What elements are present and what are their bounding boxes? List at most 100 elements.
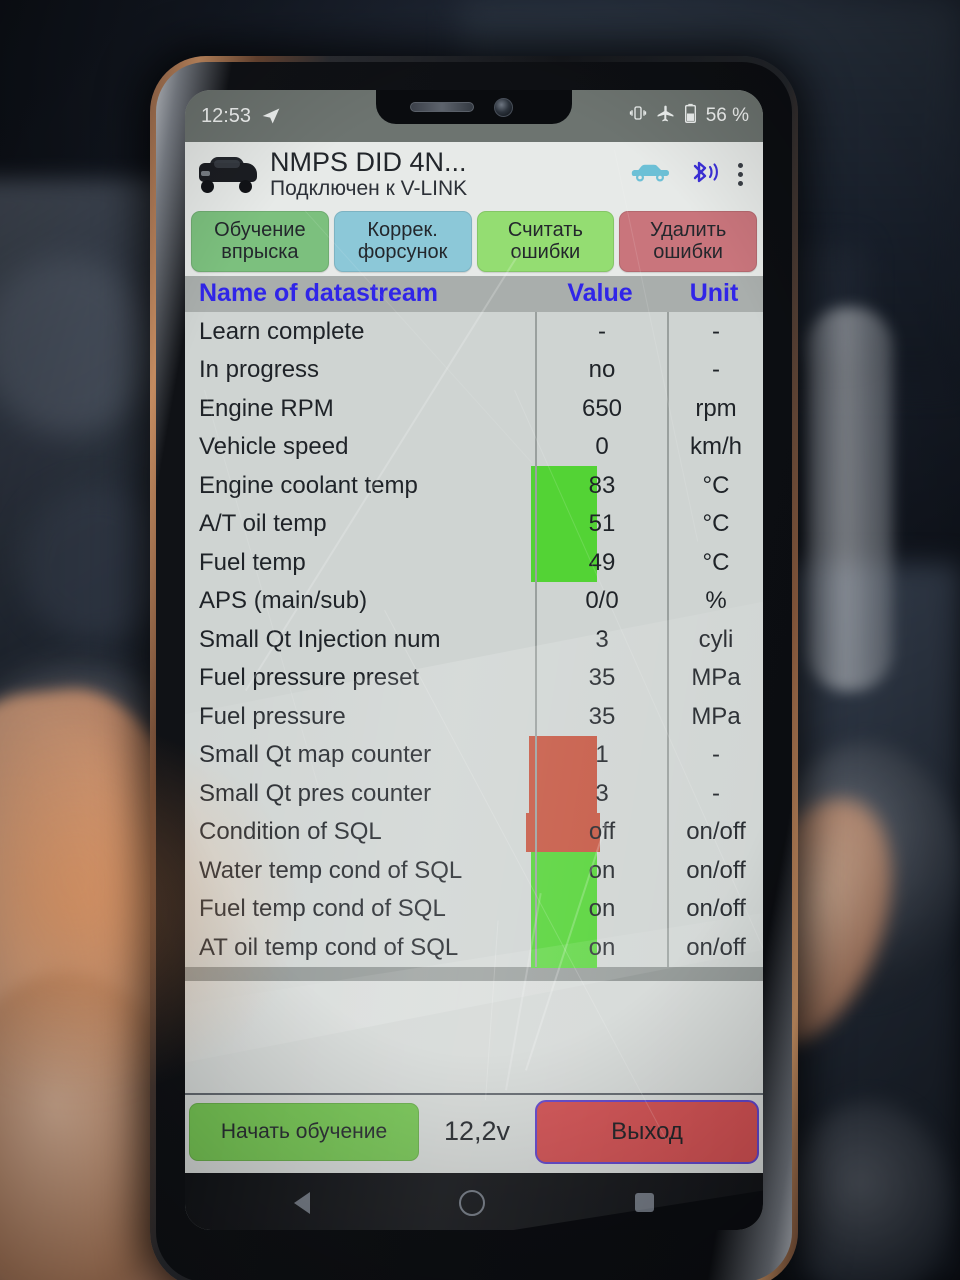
table-row[interactable]: Fuel temp 49 °C (185, 543, 763, 582)
column-header-value: Value (567, 279, 633, 308)
overflow-menu-icon[interactable] (732, 159, 749, 190)
start-learning-button[interactable]: Начать обучение (189, 1102, 419, 1161)
datastream-unit: rpm (667, 389, 763, 428)
telegram-send-icon (261, 106, 281, 126)
datastream-value: - (535, 312, 667, 351)
bluetooth-connected-icon[interactable] (685, 158, 719, 191)
datastream-value: 35 (535, 697, 667, 736)
battery-voltage-readout: 12,2v (443, 1116, 511, 1147)
table-row[interactable]: Small Qt pres counter 3- (185, 774, 763, 813)
table-row[interactable]: In progress no - (185, 350, 763, 390)
datastream-unit: °C (667, 504, 763, 544)
datastream-unit: on/off (667, 889, 763, 929)
table-row[interactable]: Fuel pressure 35 MPa (185, 697, 763, 736)
datastream-name: Fuel pressure (199, 702, 346, 730)
battery-icon (684, 103, 697, 130)
earpiece-speaker (410, 102, 474, 112)
android-navigation-bar (185, 1172, 763, 1230)
datastream-table-body[interactable]: Learn complete - - In progress no - Engine RPM… (185, 312, 763, 969)
datastream-value: 3 (535, 774, 667, 813)
table-row[interactable]: Learn complete - - (185, 312, 763, 351)
vehicle-thumbnail[interactable] (197, 154, 259, 195)
bottom-action-bar: Начать обучение 12,2v Выход (185, 1094, 763, 1173)
datastream-value: 83 (535, 466, 667, 505)
table-row[interactable]: Fuel pressure preset 35 MPa (185, 658, 763, 698)
datastream-value: 3 (535, 620, 667, 659)
datastream-name: A/T oil temp (199, 510, 327, 538)
recents-square-icon[interactable] (635, 1193, 655, 1213)
datastream-value: 51 (535, 504, 667, 544)
learn-injection-button[interactable]: Обучение впрыска (191, 210, 329, 273)
table-row[interactable]: Small Qt map counter 1- (185, 735, 763, 775)
datastream-name: Vehicle speed (199, 433, 349, 461)
datastream-value: on (535, 928, 667, 967)
datastream-name: In progress (199, 356, 320, 384)
datastream-unit: on/off (667, 851, 763, 890)
datastream-unit: °C (667, 543, 763, 582)
datastream-name: Learn complete (199, 317, 365, 345)
datastream-unit: % (667, 581, 763, 621)
car-icon[interactable] (628, 160, 672, 189)
datastream-name: Fuel temp cond of SQL (199, 895, 446, 923)
datastream-unit: on/off (667, 928, 763, 967)
table-row[interactable]: Small Qt Injection num 3 cyli (185, 620, 763, 659)
airplane-mode-icon (656, 104, 675, 129)
datastream-name: Small Qt map counter (199, 741, 432, 769)
datastream-unit: cyli (667, 620, 763, 659)
chrome-trim-blur (806, 307, 893, 692)
vibrate-icon (629, 104, 647, 128)
injector-correction-button[interactable]: Коррек. форсунок (333, 210, 472, 273)
page-title: NMPS DID 4N... (270, 148, 467, 177)
datastream-name: Water temp cond of SQL (199, 856, 463, 884)
table-row[interactable]: Water temp cond of SQL on on/off (185, 851, 763, 890)
home-circle-icon[interactable] (459, 1189, 486, 1216)
table-row[interactable]: AT oil temp cond of SQL on on/off (185, 928, 763, 967)
datastream-name: Fuel temp (199, 548, 306, 576)
datastream-value: 0 (535, 427, 667, 467)
datastream-value: 0/0 (535, 581, 667, 621)
exit-button[interactable]: Выход (535, 1099, 759, 1164)
datastream-name: Small Qt Injection num (199, 625, 441, 653)
datastream-unit: °C (667, 466, 763, 505)
back-triangle-icon[interactable] (293, 1191, 310, 1214)
datastream-value: 650 (535, 389, 667, 428)
datastream-unit: - (667, 312, 763, 351)
datastream-value: 35 (535, 658, 667, 698)
datastream-name: APS (main/sub) (199, 587, 368, 615)
empty-content-area (185, 980, 763, 1095)
column-header-name: Name of datastream (199, 279, 438, 308)
datastream-value: 1 (535, 735, 667, 775)
table-row[interactable]: Vehicle speed 0 km/h (185, 427, 763, 467)
column-header-unit: Unit (689, 279, 739, 308)
datastream-name: AT oil temp cond of SQL (199, 933, 459, 961)
table-row[interactable]: Engine RPM 650 rpm (185, 389, 763, 428)
datastream-name: Engine coolant temp (199, 471, 418, 499)
photo-of-phone-in-car: 12:53 56 % NMPS DID 4N... Подключен к V-… (0, 0, 960, 1280)
action-button-row: Обучение впрыска Коррек. форсунок Считат… (185, 207, 763, 277)
table-row[interactable]: Fuel temp cond of SQL on on/off (185, 889, 763, 929)
datastream-name: Condition of SQL (199, 818, 382, 846)
table-row[interactable]: A/T oil temp 51 °C (185, 504, 763, 544)
table-row[interactable]: Engine coolant temp 83 °C (185, 466, 763, 505)
status-bar-clock: 12:53 (201, 104, 252, 127)
read-errors-button[interactable]: Считать ошибки (476, 210, 615, 273)
datastream-value: on (535, 889, 667, 929)
app-header: NMPS DID 4N... Подключен к V-LINK (185, 142, 763, 208)
table-row[interactable]: Condition of SQL off on/off (185, 812, 763, 852)
clear-errors-button[interactable]: Удалить ошибки (619, 210, 757, 273)
datastream-unit: MPa (667, 697, 763, 736)
front-camera-icon (494, 98, 513, 117)
datastream-value: no (535, 350, 667, 390)
datastream-name: Engine RPM (199, 394, 334, 422)
datastream-unit: km/h (667, 427, 763, 467)
phone-screen: 12:53 56 % NMPS DID 4N... Подключен к V-… (185, 90, 763, 1230)
datastream-value: on (535, 851, 667, 890)
datastream-value: 49 (535, 543, 667, 582)
datastream-unit: MPa (667, 658, 763, 698)
battery-percentage: 56 % (705, 105, 749, 126)
datastream-unit: - (667, 735, 763, 775)
table-row[interactable]: APS (main/sub) 0/0% (185, 581, 763, 621)
datastream-unit: - (667, 774, 763, 813)
datastream-value: off (535, 812, 667, 852)
connection-status: Подключен к V-LINK (270, 177, 468, 201)
